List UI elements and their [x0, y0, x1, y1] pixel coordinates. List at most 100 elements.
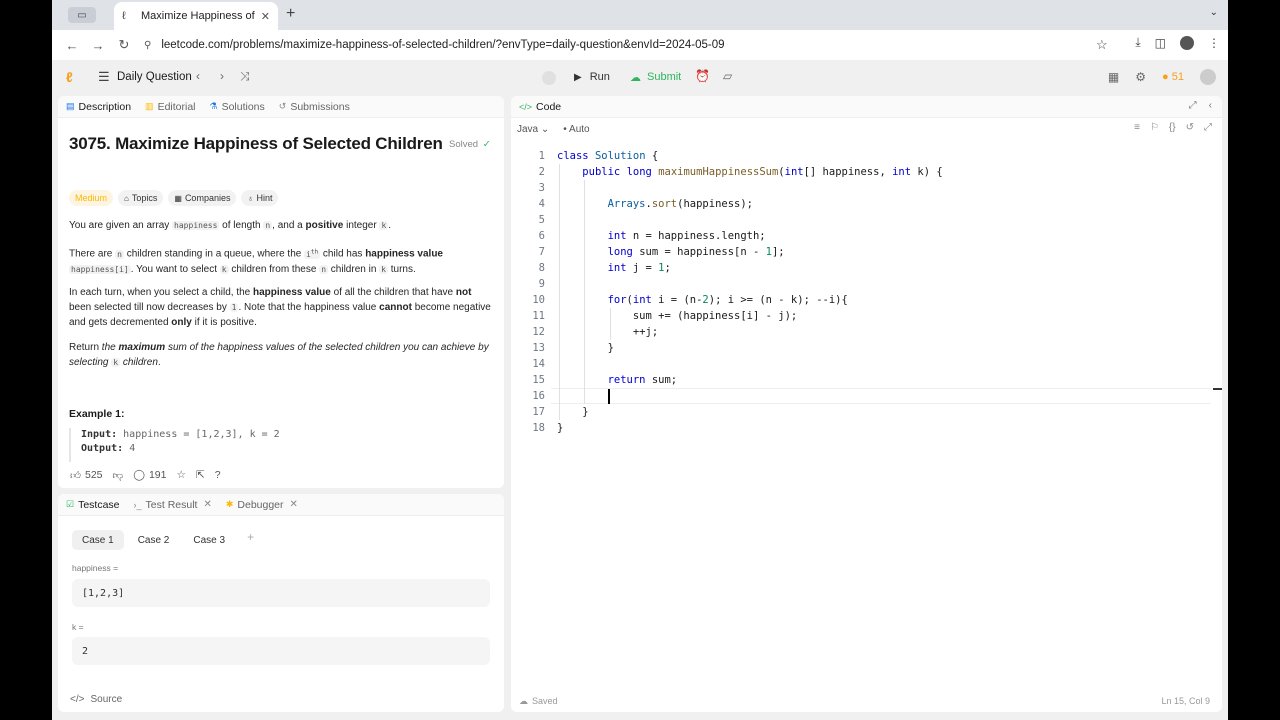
inline-code: happiness[i]	[69, 264, 131, 274]
braces-icon[interactable]: {}	[1169, 122, 1176, 133]
scrollbar-marker[interactable]	[1213, 388, 1222, 390]
code-status-bar: ☁ Saved Ln 15, Col 9	[511, 690, 1222, 712]
testcase-panel: ☑ Testcase ›_ Test Result ✕ ✱ Debugger ✕ Case…	[58, 494, 504, 712]
bookmark-icon[interactable]: ⚐	[1150, 122, 1159, 133]
close-icon[interactable]: ✕	[203, 499, 211, 510]
format-icon[interactable]: ≡	[1134, 122, 1140, 133]
line-number: 3	[538, 182, 545, 194]
text: . You want to select	[130, 263, 220, 275]
example-output-label: Output:	[81, 443, 124, 454]
code-panel: </> Code ⤢ ‹ Java ⌄ • Auto ≡ ⚐ {} ↺ ⤢ 1c…	[511, 96, 1222, 712]
new-tab-icon[interactable]: +	[286, 5, 295, 23]
italic-text: children	[120, 357, 158, 368]
code-icon: </>	[519, 101, 533, 112]
close-icon[interactable]: ✕	[290, 499, 298, 510]
timer-icon[interactable]: ⏰	[695, 69, 710, 83]
inline-code: k	[111, 358, 121, 367]
random-problem-icon[interactable]: ⤨	[240, 69, 250, 84]
fullscreen-icon[interactable]: ⤢	[1204, 122, 1212, 133]
reset-icon[interactable]: ↺	[1186, 122, 1194, 133]
thumbs-down-icon[interactable]: 👎︎	[113, 469, 124, 482]
leetcode-logo-icon[interactable]: ℓ	[66, 69, 80, 85]
bookmark-star-icon[interactable]: ☆	[1096, 37, 1108, 53]
prev-problem-icon[interactable]: ‹	[196, 69, 200, 83]
inline-code: n	[115, 249, 124, 259]
tab-submissions[interactable]: ↺ Submissions	[279, 101, 350, 113]
tab-editorial[interactable]: ▥ Editorial	[145, 101, 195, 113]
case-tab-2[interactable]: Case 2	[128, 530, 180, 550]
flask-icon: ⚗	[209, 101, 218, 111]
maximize-icon[interactable]: ⤢	[1189, 100, 1197, 111]
text: Return	[69, 342, 102, 353]
tab-list-chevron-icon[interactable]: ⌄	[1210, 7, 1218, 18]
tab-solutions[interactable]: ⚗ Solutions	[210, 101, 265, 113]
settings-gear-icon[interactable]: ⚙	[1135, 70, 1146, 84]
line-number: 9	[538, 278, 545, 290]
testcase-tabs: ☑ Testcase ›_ Test Result ✕ ✱ Debugger ✕	[58, 494, 504, 516]
text: turns.	[387, 263, 416, 275]
reload-icon[interactable]: ↻	[112, 37, 136, 53]
favorite-star-icon[interactable]: ☆	[176, 469, 185, 481]
code-text: }	[557, 422, 564, 434]
site-info-icon[interactable]: ⚲	[144, 40, 151, 51]
code-text: for(int i = (n-2); i >= (n - k); --i){	[607, 294, 848, 306]
case-tab-3[interactable]: Case 3	[183, 530, 235, 550]
daily-question-label[interactable]: Daily Question	[117, 71, 192, 83]
happiness-input[interactable]: [1,2,3]	[72, 579, 490, 607]
tab-description[interactable]: ▤ Description	[66, 101, 131, 113]
address-bar[interactable]: ⚲ leetcode.com/problems/maximize-happine…	[136, 34, 1106, 56]
hint-badge[interactable]: ♁ Hint	[241, 190, 279, 206]
like-button[interactable]: 👍︎ 525	[70, 469, 103, 482]
case-tab-1[interactable]: Case 1	[72, 530, 124, 550]
solved-status: Solved ✓	[449, 139, 491, 150]
comments-button[interactable]: ◯ 191	[133, 469, 166, 481]
text: of length	[219, 220, 264, 231]
browser-tab[interactable]: ℓ Maximize Happiness of Selec ✕	[114, 2, 278, 30]
k-label: k =	[72, 622, 84, 632]
side-panel-icon[interactable]: ◫	[1155, 36, 1166, 50]
source-bar[interactable]: </> Source	[58, 686, 504, 712]
problem-list-icon[interactable]: ☰	[98, 69, 110, 85]
next-problem-icon[interactable]: ›	[220, 69, 224, 83]
language-select[interactable]: Java ⌄	[517, 124, 549, 135]
line-number: 18	[532, 422, 545, 434]
source-label: Source	[90, 693, 123, 705]
comment-count: 191	[148, 469, 167, 481]
inline-code: ith	[304, 248, 321, 259]
auto-mode[interactable]: • Auto	[563, 124, 589, 135]
tab-test-result[interactable]: ›_ Test Result ✕	[134, 499, 212, 511]
debug-toggle-icon[interactable]	[542, 71, 556, 85]
submit-button[interactable]: ☁ Submit	[624, 67, 687, 87]
cloud-icon: ☁	[519, 695, 528, 706]
collapse-chevron-icon[interactable]: ‹	[1209, 100, 1212, 111]
text: children standing in a queue, where the	[123, 248, 305, 260]
share-icon[interactable]: ⇱	[196, 469, 205, 481]
description-paragraph-3: In each turn, when you select a child, t…	[69, 285, 493, 330]
code-editor[interactable]: 1 class Solution { 2 public long maximumH…	[511, 148, 1222, 688]
cursor-position: Ln 15, Col 9	[1161, 696, 1210, 706]
line-number: 13	[532, 342, 545, 354]
profile-avatar[interactable]	[1180, 35, 1194, 50]
tab-search-icon[interactable]: ▭	[68, 7, 96, 23]
companies-badge[interactable]: ▦ Companies	[168, 190, 237, 206]
back-icon[interactable]: ←	[60, 38, 84, 53]
run-button[interactable]: ▶ Run	[566, 67, 618, 87]
add-case-button[interactable]: +	[239, 530, 262, 550]
streak-counter[interactable]: ● 51	[1162, 71, 1184, 83]
code-header: </> Code ⤢ ‹	[511, 96, 1222, 118]
forward-icon[interactable]: →	[86, 38, 110, 53]
code-text: }	[557, 342, 614, 354]
download-icon[interactable]: ⤓	[1135, 35, 1140, 50]
k-input[interactable]: 2	[72, 637, 490, 665]
close-tab-icon[interactable]: ✕	[261, 10, 270, 23]
layout-icon[interactable]: ▦	[1108, 70, 1119, 84]
line-number: 12	[532, 326, 545, 338]
user-avatar[interactable]	[1200, 69, 1216, 85]
topics-badge[interactable]: ⌂ Topics	[118, 190, 164, 206]
tab-debugger[interactable]: ✱ Debugger ✕	[226, 499, 298, 511]
browser-menu-icon[interactable]: ⋮	[1208, 36, 1220, 50]
notes-icon[interactable]: ▱	[723, 69, 732, 83]
help-icon[interactable]: ?	[215, 469, 221, 481]
tab-testcase[interactable]: ☑ Testcase	[66, 499, 120, 511]
hint-label: Hint	[256, 193, 273, 203]
